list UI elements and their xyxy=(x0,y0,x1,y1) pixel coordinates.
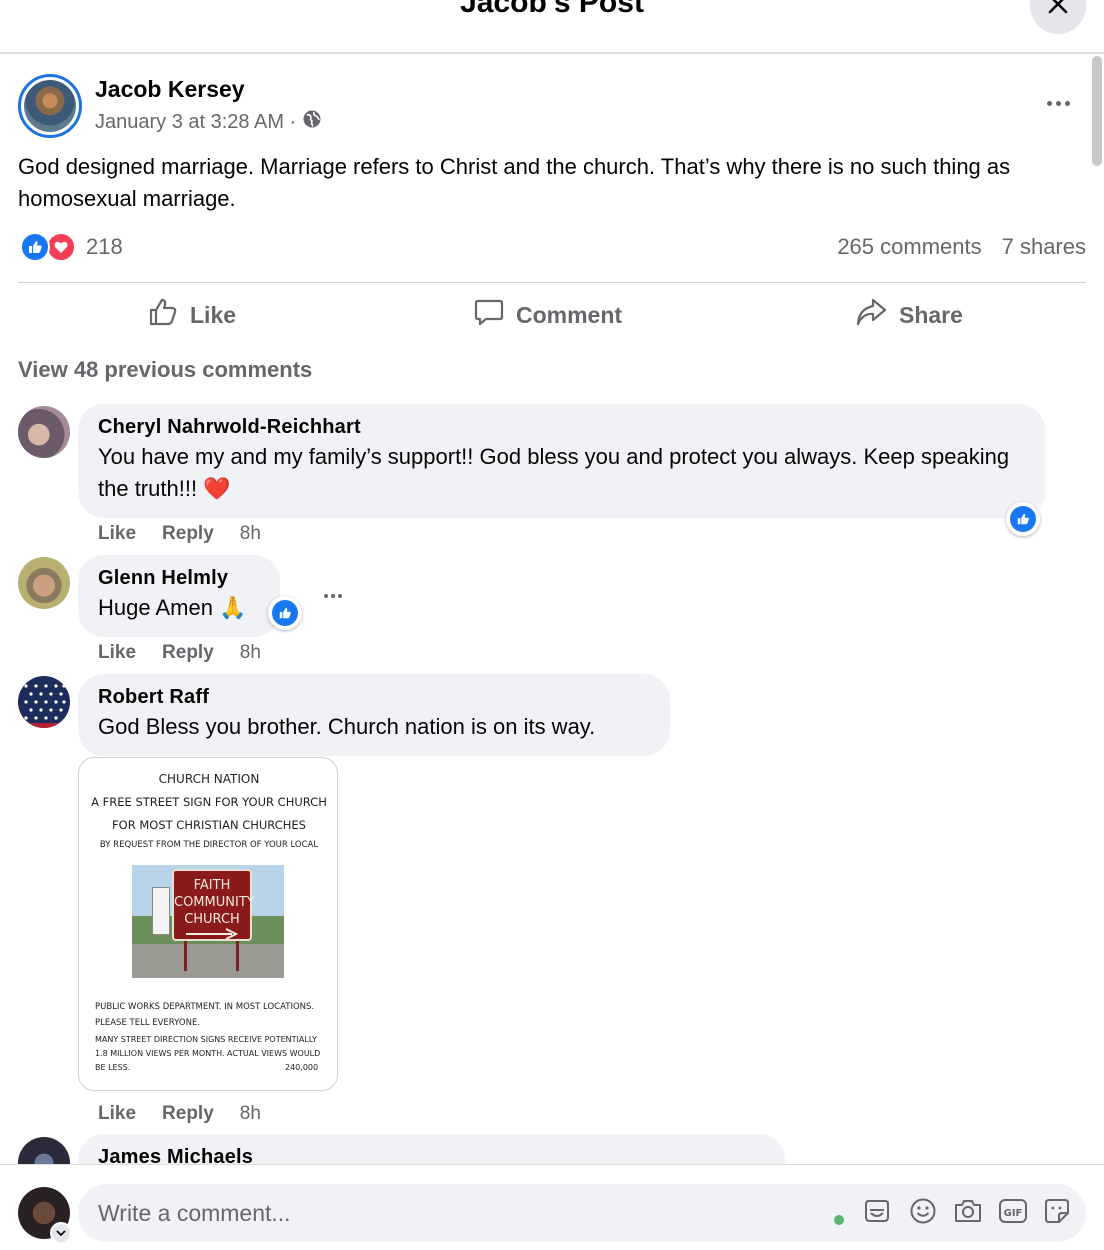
camera-icon xyxy=(953,1197,983,1230)
svg-text:GIF: GIF xyxy=(1004,1208,1023,1219)
thumbs-up-icon xyxy=(20,232,50,262)
attachment-text: FOR MOST CHRISTIAN CHURCHES xyxy=(112,818,306,832)
camera-button[interactable] xyxy=(953,1198,983,1228)
sign-text: FAITH xyxy=(193,878,231,893)
sign-text: COMMUNITY xyxy=(174,895,255,910)
chevron-down-icon[interactable] xyxy=(50,1222,72,1244)
attachment-text: 240,000 xyxy=(285,1063,319,1072)
comment-actions: Like Reply 8h xyxy=(98,642,261,664)
comment-text: God Bless you brother. Church nation is … xyxy=(98,714,596,739)
attachment-heading: CHURCH NATION xyxy=(158,772,260,786)
comments-count[interactable]: 265 comments xyxy=(837,234,981,260)
divider xyxy=(18,282,1086,283)
attachment-text: BY REQUEST FROM THE DIRECTOR OF YOUR LOC… xyxy=(99,840,319,850)
commenter-name[interactable]: Glenn Helmly xyxy=(98,567,260,590)
more-icon xyxy=(1046,100,1052,106)
comment-reaction[interactable] xyxy=(1006,502,1040,536)
like-button[interactable]: Like xyxy=(148,297,236,333)
attachment-text: 1.8 MILLION VIEWS PER MONTH. ACTUAL VIEW… xyxy=(95,1049,321,1058)
commenter-name[interactable]: Robert Raff xyxy=(98,686,650,709)
comment-actions: Like Reply 8h xyxy=(98,1103,261,1125)
shares-count[interactable]: 7 shares xyxy=(1002,234,1086,260)
comment-time[interactable]: 8h xyxy=(240,523,261,545)
avatar-sticker-button[interactable] xyxy=(862,1198,892,1228)
arrow-right-icon xyxy=(186,928,239,940)
comment-like-button[interactable]: Like xyxy=(98,642,136,664)
attachment-text: PUBLIC WORKS DEPARTMENT. IN MOST LOCATIO… xyxy=(95,1002,315,1012)
emoji-icon xyxy=(909,1197,937,1230)
reaction-count: 218 xyxy=(86,234,123,259)
share-label: Share xyxy=(899,301,963,328)
church-sign-photo: FAITH COMMUNITY CHURCH xyxy=(132,865,284,978)
gif-button[interactable]: GIF xyxy=(998,1198,1028,1228)
comment-icon xyxy=(474,297,504,333)
attachment-text: MANY STREET DIRECTION SIGNS RECEIVE POTE… xyxy=(95,1035,318,1044)
avatar-sticker-icon xyxy=(863,1197,891,1230)
share-icon xyxy=(855,297,887,333)
emoji-button[interactable] xyxy=(908,1198,938,1228)
comment-reply-button[interactable]: Reply xyxy=(162,523,214,545)
post-more-button[interactable] xyxy=(1040,90,1076,116)
comment-time[interactable]: 8h xyxy=(240,642,261,664)
commenter-avatar[interactable] xyxy=(18,676,70,728)
thumbs-up-icon xyxy=(272,600,298,626)
author-name[interactable]: Jacob Kersey xyxy=(95,76,245,103)
comment-bubble: Cheryl Nahrwold-Reichhart You have my an… xyxy=(78,404,1045,518)
church-sign: FAITH COMMUNITY CHURCH xyxy=(172,869,255,941)
attachment-text: A FREE STREET SIGN FOR YOUR CHURCH xyxy=(91,795,327,809)
comment-text: Huge Amen 🙏 xyxy=(98,595,247,620)
gif-icon: GIF xyxy=(998,1197,1028,1230)
reactions-summary[interactable]: 218 xyxy=(20,232,123,262)
post-dialog-header: Jacob's Post xyxy=(0,0,1104,54)
view-previous-comments[interactable]: View 48 previous comments xyxy=(18,357,312,383)
commenter-name[interactable]: Cheryl Nahrwold-Reichhart xyxy=(98,416,1025,439)
comment-like-button[interactable]: Like xyxy=(98,1103,136,1125)
online-status-dot xyxy=(834,1215,844,1225)
share-button[interactable]: Share xyxy=(855,297,963,333)
globe-icon xyxy=(302,109,322,135)
author-avatar[interactable] xyxy=(18,74,82,138)
commenter-avatar[interactable] xyxy=(18,557,70,609)
comment-like-button[interactable]: Like xyxy=(98,523,136,545)
comment-reply-button[interactable]: Reply xyxy=(162,1103,214,1125)
post-meta: January 3 at 3:28 AM · xyxy=(95,109,322,135)
comment-button[interactable]: Comment xyxy=(474,297,622,333)
comment-actions: Like Reply 8h xyxy=(98,523,261,545)
attachment-text: PLEASE TELL EVERYONE. xyxy=(95,1018,201,1028)
thumbs-up-icon xyxy=(1010,506,1036,532)
commenter-avatar[interactable] xyxy=(18,406,70,458)
sign-text: CHURCH xyxy=(184,912,240,927)
comment-text: You have my and my family’s support!! Go… xyxy=(98,444,1010,501)
comment-bubble: Robert Raff God Bless you brother. Churc… xyxy=(78,674,670,756)
thumbs-up-icon xyxy=(148,297,178,333)
comment-reaction[interactable] xyxy=(268,596,302,630)
close-button[interactable] xyxy=(1030,0,1086,34)
close-icon xyxy=(1047,0,1069,20)
comment-time[interactable]: 8h xyxy=(240,1103,261,1125)
sticker-button[interactable] xyxy=(1042,1198,1072,1228)
post-stats: 265 comments 7 shares xyxy=(837,234,1086,260)
heart-icon xyxy=(46,232,76,262)
post-date[interactable]: January 3 at 3:28 AM · xyxy=(95,111,296,134)
comment-bubble: Glenn Helmly Huge Amen 🙏 xyxy=(78,555,280,637)
attachment-text: BE LESS. xyxy=(95,1063,131,1072)
post-text: God designed marriage. Marriage refers t… xyxy=(18,154,1011,211)
scrollbar[interactable] xyxy=(1092,56,1102,166)
like-label: Like xyxy=(190,301,237,328)
comment-attachment-image[interactable]: CHURCH NATION A FREE STREET SIGN FOR YOU… xyxy=(78,757,338,1091)
dialog-title: Jacob's Post xyxy=(460,0,644,19)
comment-reply-button[interactable]: Reply xyxy=(162,642,214,664)
more-icon xyxy=(324,594,328,598)
comment-more-button[interactable] xyxy=(318,586,348,606)
comment-label: Comment xyxy=(516,301,623,328)
sticker-icon xyxy=(1043,1197,1071,1230)
